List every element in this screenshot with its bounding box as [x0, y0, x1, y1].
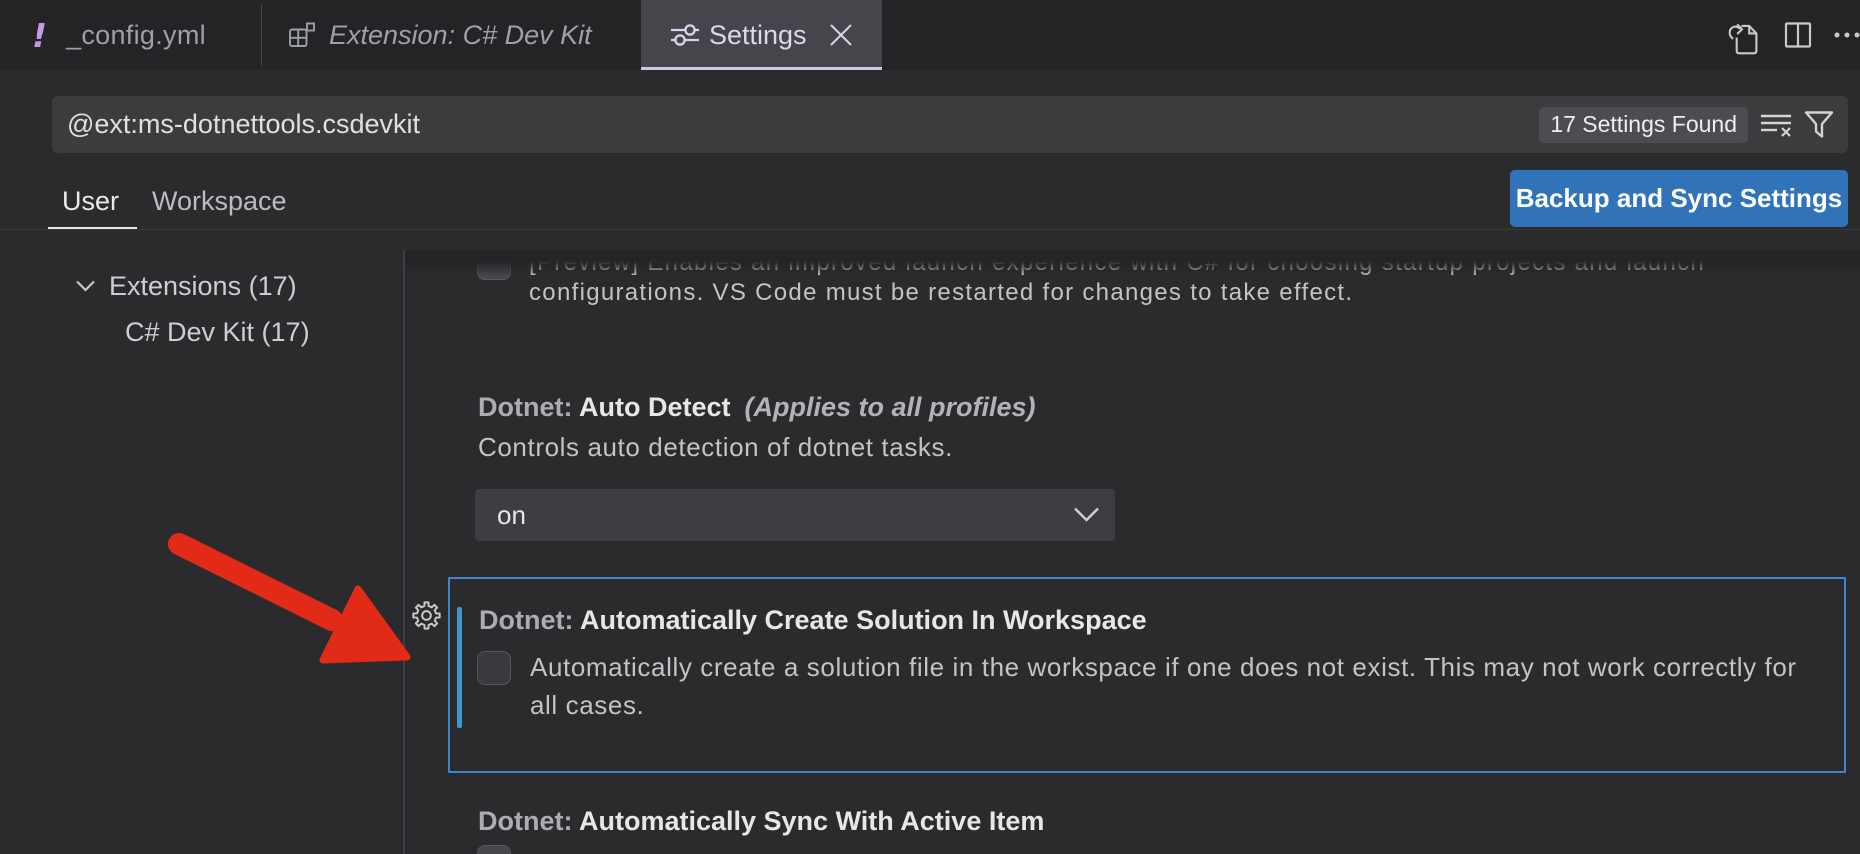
settings-toc: Extensions (17) C# Dev Kit (17): [0, 0, 403, 854]
setting-title-name: Auto Detect: [579, 392, 731, 422]
filter-icon[interactable]: [1804, 110, 1834, 139]
setting-title-scope-note: (Applies to all profiles): [745, 392, 1036, 422]
chevron-down-icon[interactable]: [75, 278, 96, 294]
tab-label: Settings: [709, 20, 807, 51]
setting-title: Dotnet: Automatically Sync With Active I…: [478, 806, 1044, 836]
results-count-badge: 17 Settings Found: [1539, 107, 1748, 143]
modified-indicator: [457, 607, 462, 728]
split-editor-icon[interactable]: [1784, 21, 1812, 49]
setting-title: Dotnet: Auto Detect (Applies to all profi…: [478, 392, 1036, 422]
chevron-down-icon: [1073, 506, 1100, 523]
tab-settings[interactable]: Settings: [641, 0, 882, 70]
setting-title-prefix: Dotnet:: [478, 392, 579, 422]
gear-icon[interactable]: [412, 601, 441, 630]
open-settings-json-icon[interactable]: [1728, 15, 1762, 55]
editor-actions: [1728, 0, 1860, 70]
setting-title-prefix: Dotnet:: [479, 605, 580, 635]
toc-item-csdevkit[interactable]: C# Dev Kit (17): [125, 317, 310, 348]
scroll-top-shadow: [405, 250, 1860, 276]
setting-description-line: Automatically create a solution file in …: [530, 649, 1797, 687]
setting-description-line: configurations. VS Code must be restarte…: [529, 278, 1705, 308]
checkbox-unchecked[interactable]: [477, 845, 511, 854]
select-value: on: [497, 489, 526, 541]
checkbox-unchecked[interactable]: [477, 651, 511, 685]
settings-list: [Preview] Enables an improved launch exp…: [405, 260, 1860, 854]
clear-search-filters-icon[interactable]: [1760, 112, 1792, 138]
setting-title-name: Automatically Sync With Active Item: [579, 806, 1044, 836]
backup-sync-settings-button[interactable]: Backup and Sync Settings: [1510, 170, 1848, 227]
auto-detect-select[interactable]: on: [475, 489, 1115, 541]
setting-description: Controls auto detection of dotnet tasks.: [478, 432, 953, 462]
setting-description: Enable/disable this behavior for the Sol…: [530, 848, 1756, 854]
settings-sliders-icon: [670, 23, 700, 47]
close-icon[interactable]: [829, 23, 853, 47]
setting-title-name: Automatically Create Solution In Workspa…: [580, 605, 1147, 635]
setting-title: Dotnet: Automatically Create Solution In…: [479, 605, 1147, 635]
setting-description-line: all cases.: [530, 687, 1797, 725]
toc-item-extensions[interactable]: Extensions (17): [109, 271, 297, 302]
setting-description: Automatically create a solution file in …: [530, 649, 1797, 724]
setting-title-prefix: Dotnet:: [478, 806, 579, 836]
more-actions-icon[interactable]: [1834, 21, 1860, 49]
vscode-window: ! _config.yml Extension: C# Dev Kit: [0, 0, 1860, 854]
